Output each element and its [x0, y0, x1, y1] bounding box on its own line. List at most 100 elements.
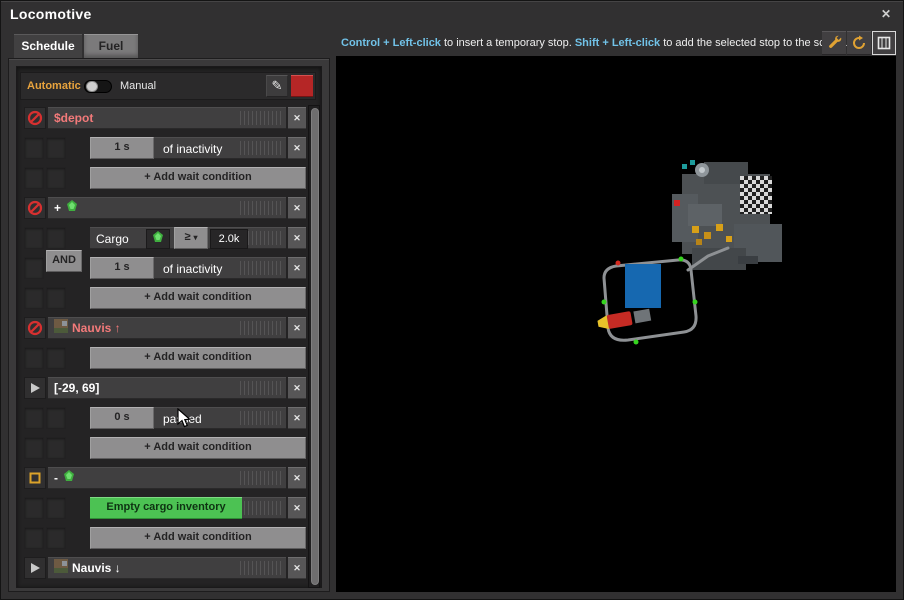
factory-base — [672, 160, 782, 270]
control-click-hint-text: to insert a temporary stop. — [444, 37, 572, 49]
drag-handle[interactable] — [240, 321, 284, 335]
station-name-bar[interactable]: Nauvis ↓ — [48, 557, 286, 579]
cargo-label: Cargo — [96, 228, 129, 250]
station-name: + — [54, 198, 61, 218]
manual-label: Manual — [120, 80, 156, 92]
train-color-button[interactable] — [291, 75, 313, 97]
open-in-map-button[interactable] — [872, 31, 896, 55]
empty-slot — [24, 137, 44, 159]
station-name: - — [54, 468, 58, 488]
delete-condition-button[interactable]: ✕ — [288, 137, 306, 159]
drag-handle[interactable] — [240, 471, 284, 485]
station-state-button[interactable] — [24, 107, 46, 129]
cargo-condition-row: Cargo ≥ ▾ 2.0k — [90, 227, 286, 249]
station-name-bar[interactable]: Nauvis ↑ — [48, 317, 286, 339]
shift-click-hint: Shift + Left-click — [575, 37, 660, 49]
empty-slot — [46, 287, 66, 309]
delete-station-button[interactable]: ✕ — [288, 107, 306, 129]
uranium-ore-icon — [151, 230, 165, 249]
wrench-icon — [826, 35, 842, 51]
stop-icon — [29, 472, 41, 484]
station-state-button[interactable] — [24, 317, 46, 339]
time-value-button[interactable]: 1 s — [90, 137, 154, 159]
empty-slot — [24, 287, 44, 309]
delete-station-button[interactable]: ✕ — [288, 197, 306, 219]
tab-schedule[interactable]: Schedule — [14, 34, 82, 58]
drag-handle[interactable] — [240, 141, 284, 155]
empty-slot — [24, 257, 44, 279]
scrollbar-track[interactable] — [308, 105, 320, 588]
station-state-button[interactable] — [24, 197, 46, 219]
window-title: Locomotive — [10, 6, 92, 22]
cargo-amount-field[interactable]: 2.0k — [210, 229, 248, 249]
drag-handle[interactable] — [240, 201, 284, 215]
train-marker[interactable] — [597, 308, 652, 331]
station-state-button[interactable] — [24, 557, 46, 579]
empty-slot — [24, 347, 44, 369]
time-value-button[interactable]: 0 s — [90, 407, 154, 429]
delete-station-button[interactable]: ✕ — [288, 467, 306, 489]
map-hint-text: Control + Left-click to insert a tempora… — [341, 37, 861, 49]
drag-handle[interactable] — [240, 501, 284, 515]
station-name: Nauvis ↑ — [72, 318, 121, 338]
drag-handle[interactable] — [240, 561, 284, 575]
mouse-cursor — [177, 408, 193, 430]
station-state-button[interactable] — [24, 377, 46, 399]
wait-condition-row: 1 s of inactivity — [90, 257, 286, 279]
empty-slot — [46, 497, 66, 519]
time-value-button[interactable]: 1 s — [90, 257, 154, 279]
delete-station-button[interactable]: ✕ — [288, 317, 306, 339]
drag-handle[interactable] — [240, 111, 284, 125]
empty-slot — [24, 527, 44, 549]
empty-slot — [46, 347, 66, 369]
add-wait-condition-button[interactable]: + Add wait condition — [90, 437, 306, 459]
close-icon[interactable]: ✕ — [876, 4, 896, 24]
titlebar[interactable] — [0, 0, 904, 28]
add-wait-condition-button[interactable]: + Add wait condition — [90, 287, 306, 309]
comparator-dropdown[interactable]: ≥ ▾ — [174, 227, 208, 249]
delete-condition-button[interactable]: ✕ — [288, 407, 306, 429]
empty-slot — [46, 437, 66, 459]
station-state-button[interactable] — [24, 467, 46, 489]
station-name-bar[interactable]: [-29, 69] — [48, 377, 286, 399]
empty-slot — [24, 227, 44, 249]
delete-station-button[interactable]: ✕ — [288, 557, 306, 579]
chevron-down-icon: ▾ — [194, 233, 198, 242]
mode-switch[interactable] — [84, 80, 112, 93]
station-name-bar[interactable]: + — [48, 197, 286, 219]
scrollbar-handle[interactable] — [311, 108, 319, 585]
delete-condition-button[interactable]: ✕ — [288, 227, 306, 249]
drag-handle[interactable] — [240, 381, 284, 395]
nauvis-icon — [54, 559, 68, 578]
condition-text: of inactivity — [163, 258, 222, 280]
uranium-ore-icon — [65, 199, 79, 218]
empty-slot — [24, 167, 44, 189]
wait-condition-row: Empty cargo inventory — [90, 497, 286, 519]
tab-fuel[interactable]: Fuel — [84, 34, 138, 58]
add-wait-condition-button[interactable]: + Add wait condition — [90, 347, 306, 369]
empty-slot — [24, 497, 44, 519]
no-entry-icon — [27, 200, 43, 216]
empty-cargo-condition-button[interactable]: Empty cargo inventory — [90, 497, 242, 519]
add-wait-condition-button[interactable]: + Add wait condition — [90, 527, 306, 549]
drag-handle[interactable] — [240, 261, 284, 275]
cargo-item-slot[interactable] — [146, 229, 170, 249]
map-view[interactable] — [336, 56, 896, 592]
drag-handle[interactable] — [240, 411, 284, 425]
rail-tool-button[interactable] — [822, 31, 846, 55]
delete-condition-button[interactable]: ✕ — [288, 497, 306, 519]
rename-button[interactable]: ✎ — [266, 75, 288, 97]
station-name-bar[interactable]: - — [48, 467, 286, 489]
recenter-button[interactable] — [847, 31, 871, 55]
add-wait-condition-button[interactable]: + Add wait condition — [90, 167, 306, 189]
switch-knob[interactable] — [86, 81, 98, 92]
comparator-value: ≥ — [184, 231, 190, 243]
empty-slot — [46, 527, 66, 549]
automatic-label: Automatic — [27, 80, 81, 92]
empty-slot — [46, 227, 66, 249]
delete-station-button[interactable]: ✕ — [288, 377, 306, 399]
station-name-bar[interactable]: $depot — [48, 107, 286, 129]
uranium-ore-icon — [62, 469, 76, 488]
and-or-toggle-button[interactable]: AND — [46, 250, 82, 272]
delete-condition-button[interactable]: ✕ — [288, 257, 306, 279]
